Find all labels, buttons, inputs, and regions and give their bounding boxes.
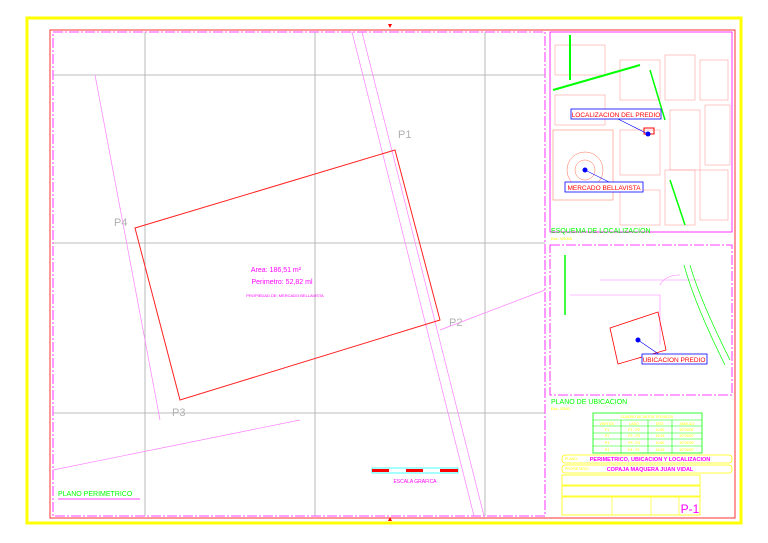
table-header: ANGULO — [680, 422, 695, 426]
svg-text:P1: P1 — [605, 428, 609, 432]
svg-text:10.80: 10.80 — [656, 441, 665, 445]
ubicacion-title: PLANO DE UBICACION — [551, 399, 627, 406]
svg-text:10.80: 10.80 — [656, 428, 665, 432]
plano-label: PLANO: — [565, 457, 578, 461]
table-header: LADO — [629, 422, 639, 426]
svg-text:P3: P3 — [605, 441, 609, 445]
location-title: ESQUEMA DE LOCALIZACION — [551, 228, 651, 235]
svg-text:P4 - P1: P4 - P1 — [628, 448, 640, 452]
svg-text:P1 - P2: P1 - P2 — [628, 428, 640, 432]
table-row: P2 P2 - P3 15.60 90°00'00" — [605, 434, 695, 438]
vertex-p4: P4 — [114, 217, 127, 229]
area-label: Area: 186,51 m² — [251, 267, 302, 274]
drawing-canvas: P1 P2 P3 P4 Area: 186,51 m² Perimetro: 5… — [25, 16, 743, 525]
svg-text:P3 - P4: P3 - P4 — [628, 441, 640, 445]
propietario-label: PROPIETARIO: — [565, 467, 590, 471]
propietario-value: COPAJA MAQUERA JUAN VIDAL — [607, 467, 694, 473]
graphic-scale: ESCALA GRAFICA — [371, 467, 459, 485]
vertex-p3: P3 — [172, 407, 185, 419]
svg-text:15.60: 15.60 — [656, 434, 665, 438]
plan-viewport — [52, 31, 546, 517]
owner-label: PROPIEDAD DE: MERCADO BELLAVISTA — [246, 293, 324, 298]
street-lines — [52, 31, 546, 517]
technical-data-table: CUADRO DE DATOS TECNICOS VERTICE LADO DI… — [592, 412, 703, 454]
vertex-p2: P2 — [449, 317, 462, 329]
svg-text:90°00'00": 90°00'00" — [680, 441, 696, 445]
coordinate-grid — [53, 32, 545, 516]
table-header: VERTICE — [599, 422, 615, 426]
label-ubicacion-predio: UBICACION PREDIO — [643, 357, 706, 364]
svg-text:P2: P2 — [605, 434, 609, 438]
scale-label: ESCALA GRAFICA — [393, 479, 437, 485]
svg-text:P2 - P3: P2 - P3 — [628, 434, 640, 438]
vertex-p1: P1 — [398, 129, 411, 141]
svg-text:90°00'00": 90°00'00" — [680, 434, 696, 438]
svg-text:90°00'00": 90°00'00" — [680, 428, 696, 432]
plan-title: PLANO PERIMETRICO — [58, 491, 133, 498]
label-mercado-bellavista: MERCADO BELLAVISTA — [567, 185, 641, 192]
center-mark-top — [388, 24, 392, 28]
table-row: P3 P3 - P4 10.80 90°00'00" — [605, 441, 695, 445]
svg-text:15.60: 15.60 — [656, 448, 665, 452]
perimeter-label: Perimetro: 52,82 ml — [251, 279, 313, 286]
label-localizacion-predio: LOCALIZACION DEL PREDIO — [572, 112, 661, 119]
svg-text:P4: P4 — [605, 448, 609, 452]
location-scale: Esc: 1/5000 — [551, 236, 573, 241]
table-row: P1 P1 - P2 10.80 90°00'00" — [605, 428, 695, 432]
title-block: PLANO: PERIMETRICO, UBICACION Y LOCALIZA… — [561, 454, 733, 516]
ubicacion-scale: Esc: 1/500 — [551, 406, 571, 411]
parcel-polygon — [134, 149, 441, 401]
table-row: P4 P4 - P1 15.60 90°00'00" — [605, 448, 695, 452]
table-header: DIST. — [656, 422, 665, 426]
sheet-number: P-1 — [681, 502, 700, 516]
cad-drawing-sheet: P1 P2 P3 P4 Area: 186,51 m² Perimetro: 5… — [0, 0, 768, 543]
table-title: CUADRO DE DATOS TECNICOS — [621, 415, 674, 419]
svg-text:90°00'00": 90°00'00" — [680, 448, 696, 452]
plano-value: PERIMETRICO, UBICACION Y LOCALIZACION — [590, 457, 711, 463]
ubicacion-panel — [549, 244, 733, 396]
location-map-panel — [549, 31, 733, 233]
